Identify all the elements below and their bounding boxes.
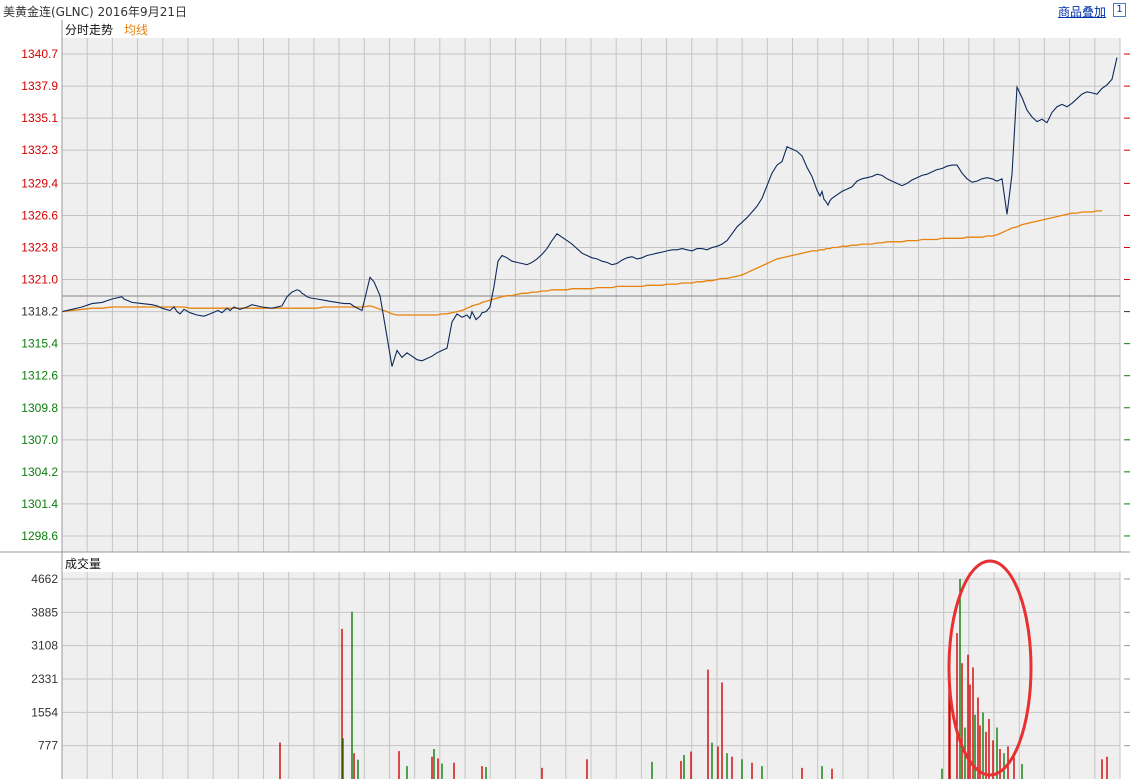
- avg-line-legend: 均线: [124, 23, 148, 37]
- price-tick-label: 1301.4: [21, 497, 58, 511]
- instrument-title: 美黄金连(GLNC) 2016年9月21日: [3, 5, 187, 19]
- overlay-toggle-box[interactable]: 1: [1113, 3, 1126, 17]
- price-tick-label: 1329.4: [21, 176, 58, 190]
- volume-tick-label: 777: [38, 739, 58, 753]
- price-tick-label: 1309.8: [21, 401, 58, 415]
- price-tick-label: 1335.1: [21, 111, 58, 125]
- price-tick-label: 1337.9: [21, 79, 58, 93]
- overlay-commodity-link[interactable]: 商品叠加: [1058, 3, 1106, 20]
- volume-tick-label: 3108: [31, 639, 58, 653]
- price-tick-label: 1315.4: [21, 337, 58, 351]
- volume-tick-label: 1554: [31, 705, 58, 719]
- price-tick-label: 1298.6: [21, 529, 58, 543]
- price-tick-label: 1340.7: [21, 47, 58, 61]
- price-tick-label: 1321.0: [21, 273, 58, 287]
- price-tick-label: 1304.2: [21, 465, 58, 479]
- price-tick-label: 1326.6: [21, 208, 58, 222]
- volume-tick-label: 4662: [31, 572, 58, 586]
- price-tick-label: 1332.3: [21, 143, 58, 157]
- volume-panel-label: 成交量: [65, 556, 101, 571]
- price-tick-label: 1307.0: [21, 433, 58, 447]
- volume-axis-labels: 4662 3885 3108 2331 1554 777: [31, 572, 58, 753]
- price-panel-label: 分时走势: [65, 23, 113, 37]
- price-tick-label: 1323.8: [21, 240, 58, 254]
- price-tick-label: 1318.2: [21, 305, 58, 319]
- volume-tick-label: 3885: [31, 605, 58, 619]
- price-tick-label: 1312.6: [21, 369, 58, 383]
- chart-area: 1340.7 1337.9 1335.1 1332.3 1329.4 1326.6 1323…: [0, 20, 1130, 779]
- chart-header: 美黄金连(GLNC) 2016年9月21日 商品叠加 1: [0, 0, 1130, 20]
- volume-tick-label: 2331: [31, 672, 58, 686]
